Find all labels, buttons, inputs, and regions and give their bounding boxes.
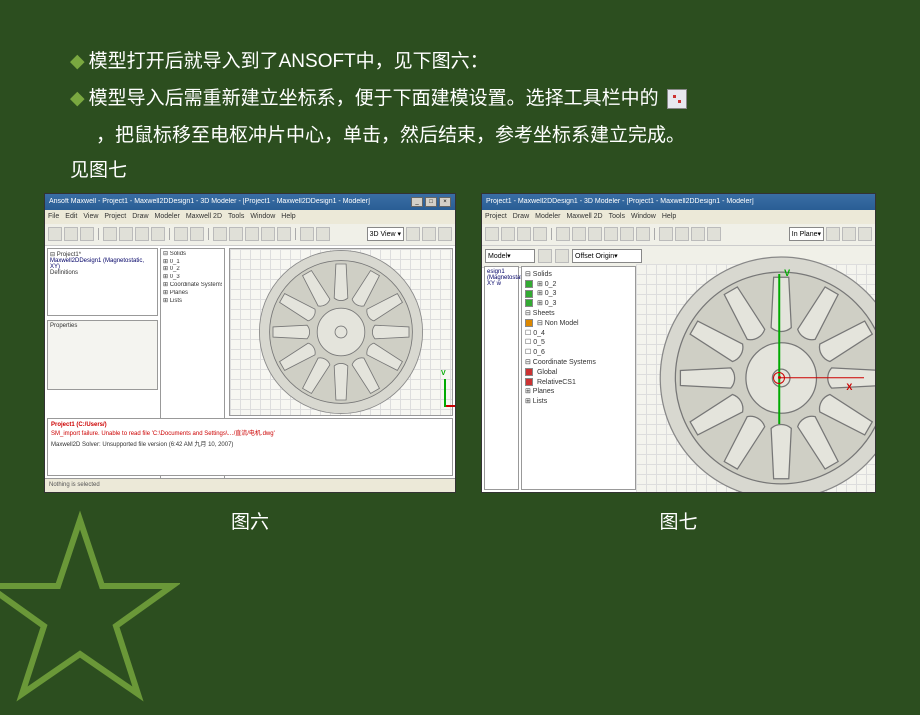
window-title: Ansoft Maxwell - Project1 - Maxwell2DDes… <box>49 198 370 205</box>
inplane-combo[interactable]: In Plane ▾ <box>789 227 824 241</box>
viewport[interactable]: V X <box>636 264 875 492</box>
close-button[interactable]: × <box>439 197 451 207</box>
project-panel[interactable]: ⊟ Project1* Maxwell2DDesign1 (Magnetosta… <box>47 248 158 316</box>
toolbar[interactable]: 3D View ▾ <box>45 224 455 246</box>
rotor-model <box>655 252 876 493</box>
window-title: Project1 - Maxwell2DDesign1 - 3D Modeler… <box>486 198 754 205</box>
toolbar-1[interactable]: In Plane ▾ <box>482 224 875 246</box>
axis-x-label: X <box>846 382 852 392</box>
bullet-icon: ◆ <box>70 82 85 116</box>
rotor-model <box>256 247 426 417</box>
menu-bar[interactable]: FileEditViewProjectDrawModelerMaxwell 2D… <box>45 210 455 224</box>
paragraph-2b: ，把鼠标移至电枢冲片中心，单击，然后结束，参考坐标系建立完成。 <box>96 119 850 153</box>
message-panel[interactable]: Project1 (C:/Users/) SM_import failure. … <box>47 418 453 476</box>
x-axis <box>779 377 864 379</box>
paragraph-2a: 模型导入后需重新建立坐标系，便于下面建模设置。选择工具栏中的 <box>89 82 850 116</box>
offset-origin-combo[interactable]: Offset Origin ▾ <box>572 249 642 263</box>
axis-v-label: V <box>784 268 790 278</box>
maximize-button[interactable]: □ <box>425 197 437 207</box>
paragraph-2c: 见图七 <box>70 154 850 188</box>
figure-7-label: 图七 <box>659 507 697 534</box>
bullet-icon: ◆ <box>70 45 85 79</box>
viewport[interactable]: X V <box>229 248 453 416</box>
figure-6-label: 图六 <box>231 507 269 534</box>
figure-6-screenshot: Ansoft Maxwell - Project1 - Maxwell2DDes… <box>44 193 456 493</box>
status-bar: Nothing is selected <box>45 478 455 492</box>
minimize-button[interactable]: _ <box>411 197 423 207</box>
paragraph-1: 模型打开后就导入到了ANSOFT中，见下图六： <box>89 45 850 79</box>
offset-origin-icon <box>667 89 687 109</box>
model-combo[interactable]: Model ▾ <box>485 249 535 263</box>
figure-7-screenshot: Project1 - Maxwell2DDesign1 - 3D Modeler… <box>481 193 876 493</box>
star-decoration-icon <box>0 510 180 710</box>
view-combo[interactable]: 3D View ▾ <box>367 227 404 241</box>
menu-bar[interactable]: ProjectDrawModelerMaxwell 2DToolsWindowH… <box>482 210 875 224</box>
y-axis <box>779 274 781 424</box>
model-tree[interactable]: ⊟ Solids ⊞ 0_2 ⊞ 0_3 ⊞ 0_3 ⊟ Sheets ⊟ No… <box>521 266 636 490</box>
properties-panel[interactable]: Properties <box>47 320 158 390</box>
design-panel[interactable]: esign1 (Magnetostatic, XY w <box>484 266 519 490</box>
origin-marker-icon <box>773 372 785 384</box>
